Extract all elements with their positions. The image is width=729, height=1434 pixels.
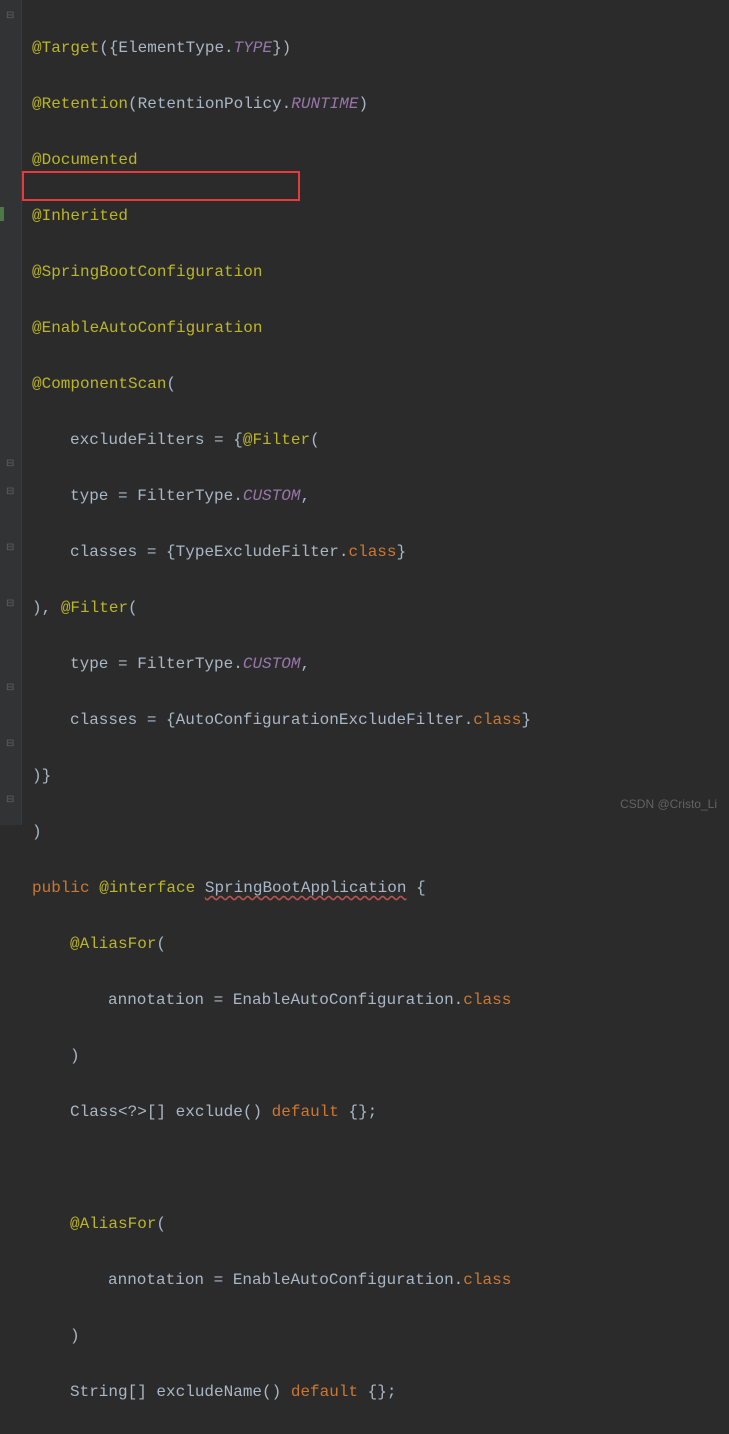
annotation-highlighted: @EnableAutoConfiguration (32, 319, 262, 337)
fold-icon[interactable]: ⊟ (6, 684, 16, 694)
code-line: @Documented (32, 146, 729, 174)
annotation: @SpringBootConfiguration (32, 263, 262, 281)
fold-icon[interactable]: ⊟ (6, 460, 16, 470)
code-line: annotation = EnableAutoConfiguration.cla… (32, 986, 729, 1014)
code-line (32, 1154, 729, 1182)
code-line: public @interface SpringBootApplication … (32, 874, 729, 902)
fold-icon[interactable]: ⊟ (6, 488, 16, 498)
code-line: @SpringBootConfiguration (32, 258, 729, 286)
code-line: ) (32, 1322, 729, 1350)
keyword-public: public (32, 879, 99, 897)
fold-icon[interactable]: ⊟ (6, 600, 16, 610)
code-line: classes = {TypeExcludeFilter.class} (32, 538, 729, 566)
code-line: @AliasFor( (32, 1210, 729, 1238)
code-line: excludeFilters = {@Filter( (32, 426, 729, 454)
code-line: ) (32, 818, 729, 846)
code-line: classes = {AutoConfigurationExcludeFilte… (32, 706, 729, 734)
annotation: @Documented (32, 151, 138, 169)
code-editor[interactable]: @Target({ElementType.TYPE}) @Retention(R… (0, 0, 729, 1434)
interface-name: SpringBootApplication (205, 879, 407, 897)
annotation: @Inherited (32, 207, 128, 225)
editor-gutter: ⊟ ⊟ ⊟ ⊟ ⊟ ⊟ ⊟ ⊟ (0, 0, 22, 825)
code-line: ), @Filter( (32, 594, 729, 622)
code-line: @ComponentScan( (32, 370, 729, 398)
watermark: CSDN @Cristo_Li (620, 794, 717, 815)
keyword-interface: @interface (99, 879, 205, 897)
code-line: type = FilterType.CUSTOM, (32, 482, 729, 510)
fold-icon[interactable]: ⊟ (6, 12, 16, 22)
code-line: @EnableAutoConfiguration (32, 314, 729, 342)
vcs-change-marker (0, 207, 4, 221)
fold-icon[interactable]: ⊟ (6, 544, 16, 554)
annotation: @ComponentScan (32, 375, 166, 393)
fold-icon[interactable]: ⊟ (6, 740, 16, 750)
annotation: @Target (32, 39, 99, 57)
code-line: @AliasFor( (32, 930, 729, 958)
code-line: Class<?>[] exclude() default {}; (32, 1098, 729, 1126)
code-line: ) (32, 1042, 729, 1070)
code-line: @Retention(RetentionPolicy.RUNTIME) (32, 90, 729, 118)
code-line: @Inherited (32, 202, 729, 230)
code-line: String[] excludeName() default {}; (32, 1378, 729, 1406)
code-line: @Target({ElementType.TYPE}) (32, 34, 729, 62)
code-line: type = FilterType.CUSTOM, (32, 650, 729, 678)
code-line: annotation = EnableAutoConfiguration.cla… (32, 1266, 729, 1294)
code-line: )} (32, 762, 729, 790)
fold-icon[interactable]: ⊟ (6, 796, 16, 806)
annotation: @Retention (32, 95, 128, 113)
